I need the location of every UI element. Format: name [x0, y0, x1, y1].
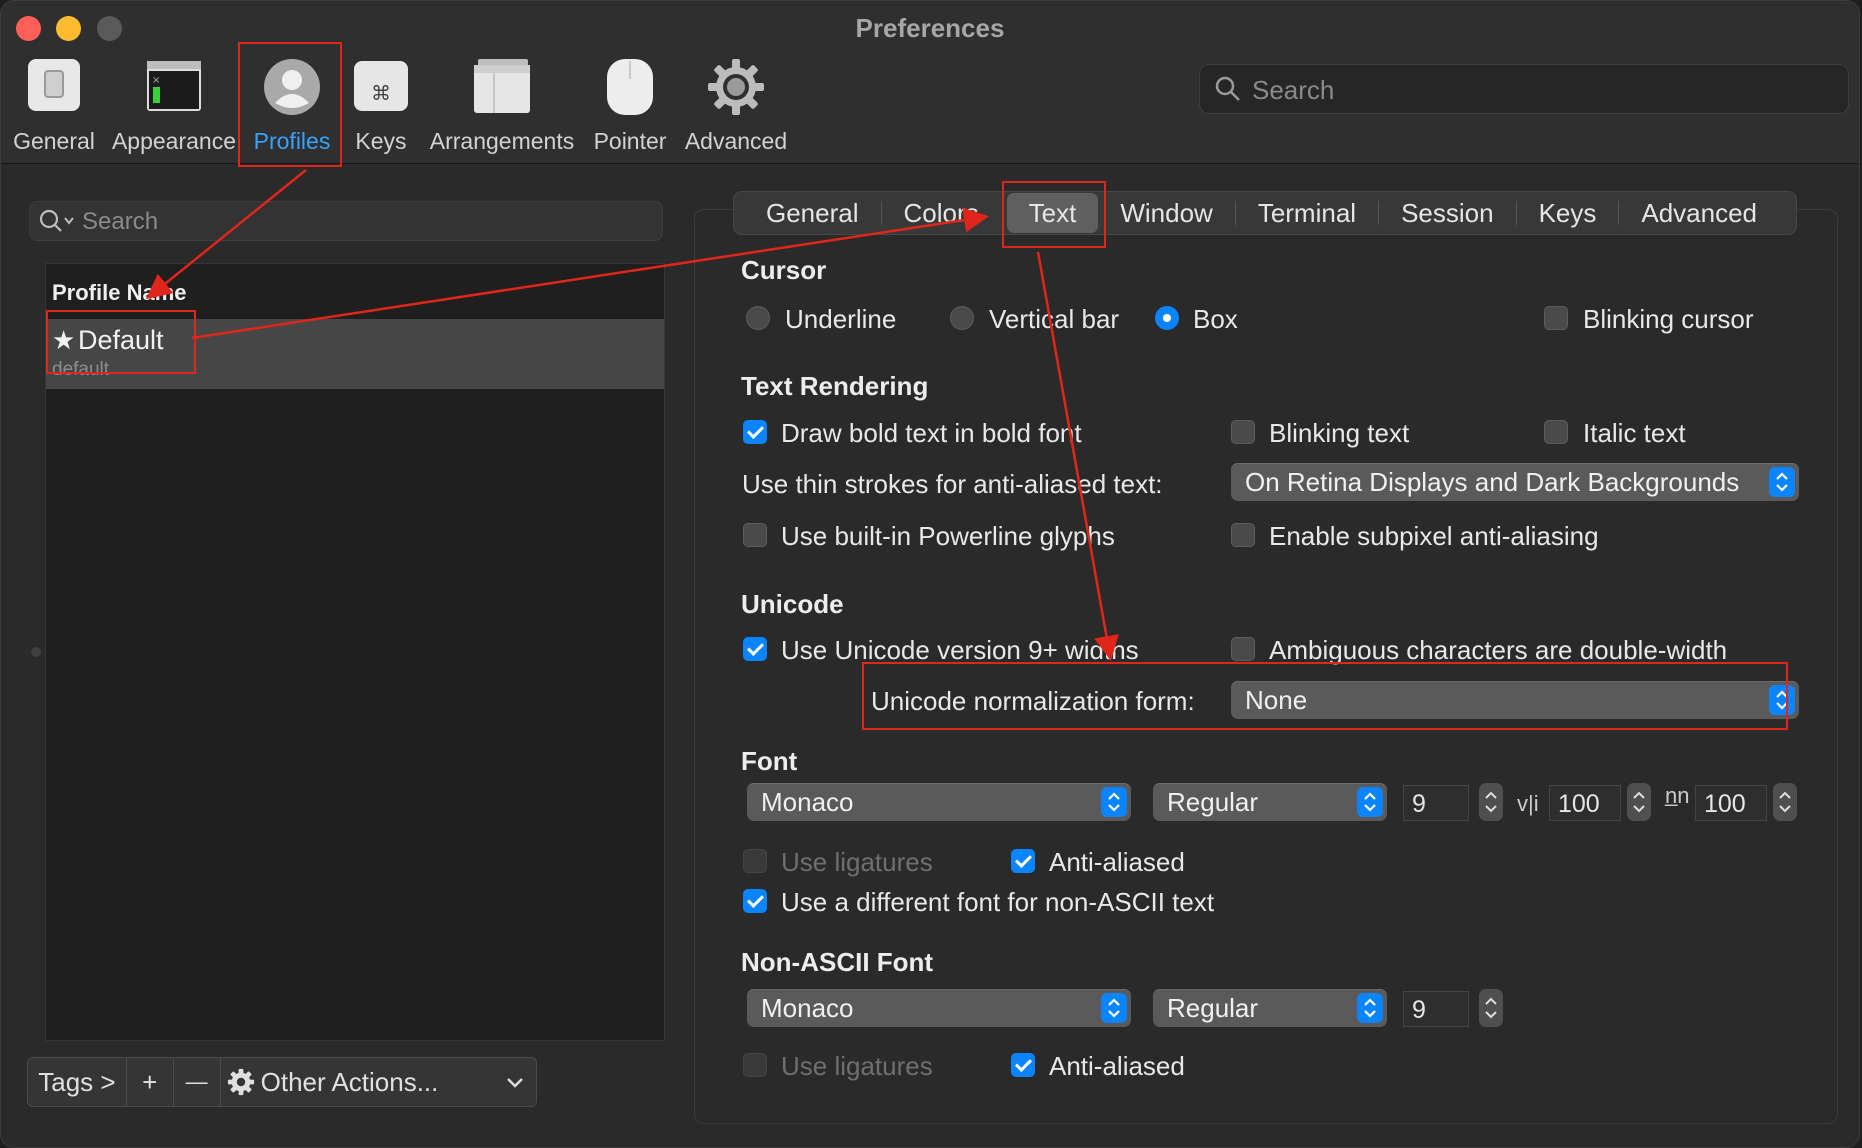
annotation-arrow-1	[146, 169, 307, 300]
annotation-arrows	[146, 169, 1119, 661]
annotation-arrow-3	[1036, 251, 1119, 661]
annotation-arrow-2	[191, 207, 989, 340]
